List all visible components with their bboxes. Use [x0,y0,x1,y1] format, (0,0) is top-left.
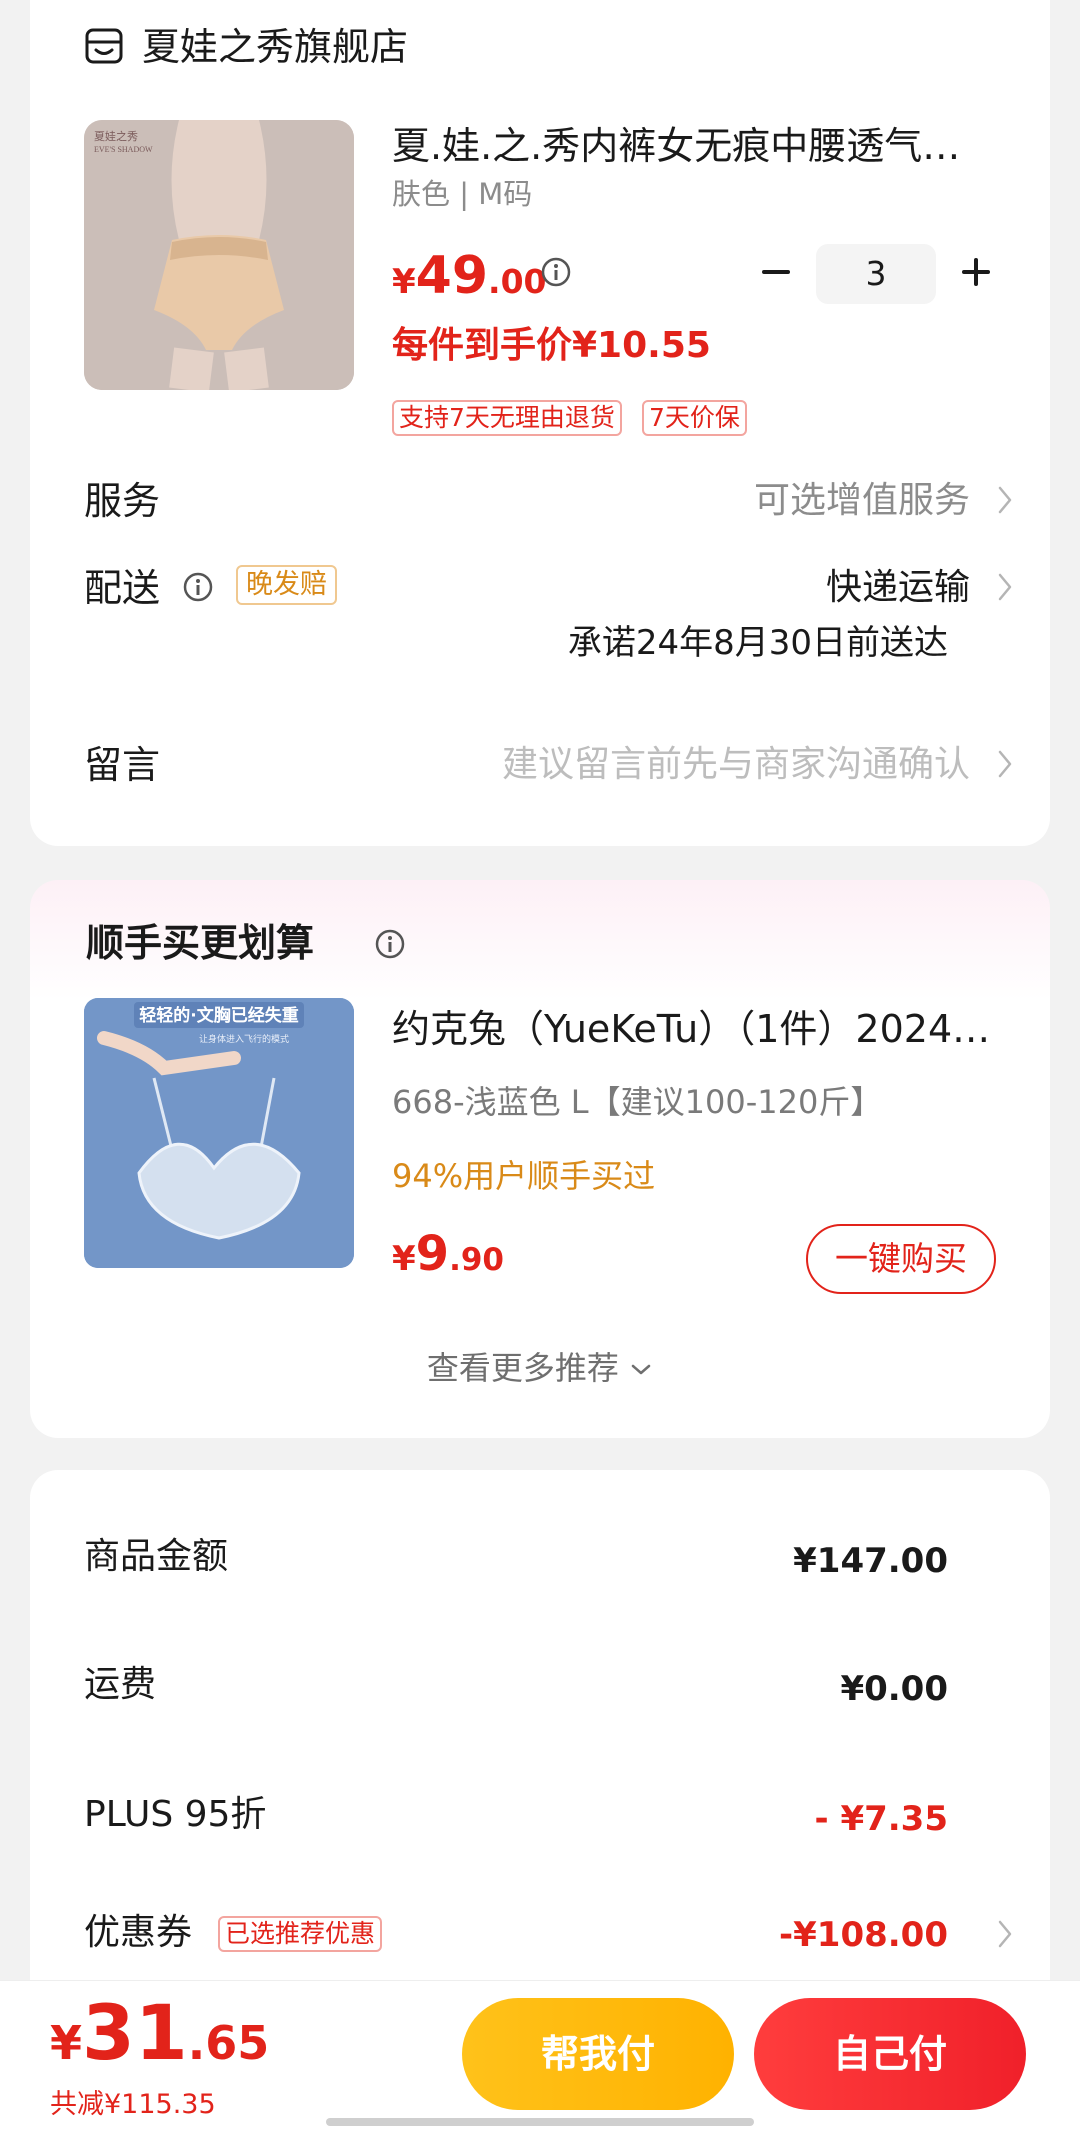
late-compensation-tag: 晚发赔 [236,565,337,605]
goods-amount-value: ¥147.00 [793,1541,948,1581]
goods-amount-label: 商品金额 [84,1536,229,1577]
price-integer: 49 [415,246,489,306]
unit-price: 每件到手价¥10.55 [392,325,711,366]
price-info-icon[interactable] [540,256,572,288]
message-label: 留言 [84,743,161,787]
delivery-method[interactable]: 快递运输 [826,564,970,612]
recommend-image-subtext: 让身体进入飞行的模式 [199,1033,289,1045]
coupon-tag: 已选推荐优惠 [218,1916,383,1952]
chevron-right-icon[interactable] [996,571,1014,603]
product-spec[interactable]: 肤色 | M码 [392,174,532,214]
coupon-label: 优惠券 [84,1912,193,1953]
self-pay-button[interactable]: 自己付 [754,1998,1026,2110]
shipping-value: ¥0.00 [840,1669,948,1709]
plus-discount-label: PLUS 95折 [84,1794,267,1835]
plus-icon[interactable] [956,252,996,292]
delivery-label: 配送 [84,566,161,610]
plus-discount-value: - ¥7.35 [814,1799,949,1839]
delivery-info-icon[interactable] [182,571,214,603]
svg-text:夏娃之秀: 夏娃之秀 [94,129,138,143]
more-recommend-button[interactable]: 查看更多推荐 [0,1344,1080,1392]
coupon-value[interactable]: -¥108.00 [779,1910,948,1960]
more-recommend-label: 查看更多推荐 [426,1349,619,1387]
product-price: ¥49.00 [392,246,547,318]
svg-text:EVE'S SHADOW: EVE'S SHADOW [94,145,153,154]
price-currency: ¥ [392,262,416,302]
service-value[interactable]: 可选增值服务 [754,477,970,525]
one-click-buy-button[interactable]: 一键购买 [806,1224,996,1294]
total-price: ¥31.65 [50,1988,269,2099]
recommend-item-spec: 668-浅蓝色 L【建议100-120斤】 [392,1083,883,1121]
chevron-right-icon[interactable] [996,1918,1014,1950]
total-decimal: .65 [187,2016,270,2070]
recommend-item-price: ¥9.90 [392,1226,504,1293]
product-image[interactable]: 夏娃之秀 EVE'S SHADOW [84,120,354,390]
price-decimal: .90 [449,1242,504,1278]
delivery-promise: 承诺24年8月30日前送达 [567,623,948,663]
price-integer: 9 [415,1226,450,1282]
price-protect-tag: 7天价保 [642,400,747,436]
product-title[interactable]: 夏.娃.之.秀内裤女无痕中腰透气冰丝 [392,122,972,170]
quantity-input[interactable]: 3 [816,244,936,304]
message-input[interactable]: 建议留言前先与商家沟通确认 [502,741,970,789]
chevron-right-icon[interactable] [996,484,1014,516]
total-integer: 31 [82,1988,188,2077]
total-saved[interactable]: 共减¥115.35 [50,2086,216,2124]
help-pay-button[interactable]: 帮我付 [462,1998,734,2110]
minus-icon[interactable] [756,252,796,292]
shipping-label: 运费 [84,1664,157,1705]
total-currency: ¥ [50,2016,83,2070]
price-currency: ¥ [392,1239,416,1279]
chevron-right-icon[interactable] [996,748,1014,780]
store-name[interactable]: 夏娃之秀旗舰店 [142,22,408,72]
recommend-image[interactable]: 轻轻的·文胸已经失重 让身体进入飞行的模式 [84,998,354,1268]
return-policy-tag: 支持7天无理由退货 [392,400,622,436]
recommend-item-bought: 94%用户顺手买过 [392,1157,656,1195]
price-decimal: .00 [488,262,547,301]
recommend-image-text: 轻轻的·文胸已经失重 [139,1005,298,1026]
home-indicator[interactable] [326,2118,754,2126]
recommend-info-icon[interactable] [374,928,406,960]
service-label: 服务 [84,479,161,523]
store-icon [85,28,123,64]
recommend-title: 顺手买更划算 [86,921,315,965]
recommend-item-title[interactable]: 约克兔（YueKeTu）（1件）2024新款 [392,1004,992,1054]
chevron-down-icon [631,1364,651,1375]
